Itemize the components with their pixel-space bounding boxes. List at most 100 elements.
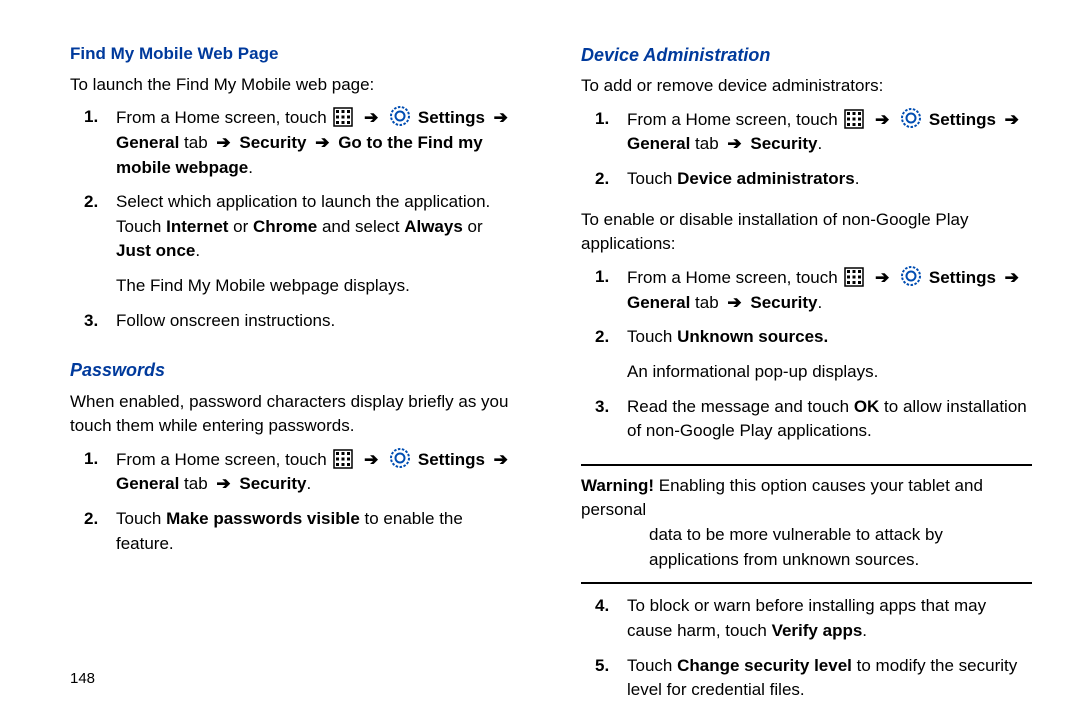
intro-text: To launch the Find My Mobile web page: (70, 73, 521, 98)
step-4: 4. To block or warn before installing ap… (581, 594, 1032, 653)
step-number: 2. (84, 507, 98, 532)
step-number: 2. (595, 167, 609, 192)
step-text: and select (317, 217, 404, 236)
arrow-icon: ➔ (212, 133, 234, 152)
warning-label: Warning! (581, 476, 654, 495)
bold-text: Chrome (253, 217, 317, 236)
apps-grid-icon (333, 449, 353, 469)
bold-text: Unknown sources. (677, 327, 828, 346)
warning-text: data to be more vulnerable to attack by … (581, 523, 1032, 572)
arrow-icon: ➔ (212, 474, 234, 493)
tab-word: tab (690, 134, 723, 153)
gear-icon (900, 265, 922, 287)
step-text: Touch (627, 169, 677, 188)
step-text: Touch (627, 327, 677, 346)
arrow-icon: ➔ (871, 110, 893, 129)
period: . (248, 158, 253, 177)
step-1: 1. From a Home screen, touch ➔ Settings … (70, 447, 521, 507)
step-number: 2. (595, 325, 609, 350)
arrow-icon: ➔ (360, 450, 382, 469)
steps-device-admin-a: 1. From a Home screen, touch ➔ Settings … (581, 107, 1032, 202)
bold-text: OK (854, 397, 880, 416)
arrow-icon: ➔ (490, 108, 512, 127)
intro-text-2: To enable or disable installation of non… (581, 208, 1032, 257)
step-1: 1. From a Home screen, touch ➔ Settings … (581, 107, 1032, 167)
step-number: 2. (84, 190, 98, 215)
tab-word: tab (690, 293, 723, 312)
step-1: 1. From a Home screen, touch ➔ Settings … (581, 265, 1032, 325)
bold-text: Always (404, 217, 463, 236)
bold-text: Make passwords visible (166, 509, 360, 528)
bold-text: Internet (166, 217, 228, 236)
period: . (817, 293, 822, 312)
gear-icon (900, 107, 922, 129)
arrow-icon: ➔ (871, 268, 893, 287)
heading-passwords: Passwords (70, 357, 521, 383)
general-label: General (627, 134, 690, 153)
step-text: From a Home screen, touch (116, 108, 331, 127)
steps-passwords: 1. From a Home screen, touch ➔ Settings … (70, 447, 521, 567)
step-text: Touch (627, 656, 677, 675)
step-number: 1. (595, 265, 609, 290)
arrow-icon: ➔ (490, 450, 512, 469)
step-1: 1. From a Home screen, touch ➔ Settings … (70, 105, 521, 190)
arrow-icon: ➔ (1001, 110, 1023, 129)
settings-label: Settings (418, 450, 485, 469)
tab-word: tab (179, 474, 212, 493)
gear-icon (389, 447, 411, 469)
step-2: 2. Touch Make passwords visible to enabl… (70, 507, 521, 566)
security-label: Security (239, 133, 306, 152)
passwords-description: When enabled, password characters displa… (70, 390, 521, 439)
step-extra-text: The Find My Mobile webpage displays. (116, 274, 521, 299)
heading-device-admin: Device Administration (581, 42, 1032, 68)
step-text: or (463, 217, 483, 236)
step-text: or (228, 217, 253, 236)
step-text: Touch (116, 509, 166, 528)
step-text: From a Home screen, touch (116, 450, 331, 469)
step-number: 3. (595, 395, 609, 420)
apps-grid-icon (844, 109, 864, 129)
settings-label: Settings (929, 268, 996, 287)
step-number: 4. (595, 594, 609, 619)
step-2: 2. Touch Unknown sources. An information… (581, 325, 1032, 394)
gear-icon (389, 105, 411, 127)
heading-find-my-mobile: Find My Mobile Web Page (70, 42, 521, 67)
left-column: Find My Mobile Web Page To launch the Fi… (70, 42, 521, 700)
bold-text: Change security level (677, 656, 852, 675)
step-5: 5. Touch Change security level to modify… (581, 654, 1032, 713)
step-text: Follow onscreen instructions. (116, 311, 335, 330)
step-2: 2. Touch Device administrators. (581, 167, 1032, 202)
steps-find-my-mobile: 1. From a Home screen, touch ➔ Settings … (70, 105, 521, 343)
intro-text: To add or remove device administrators: (581, 74, 1032, 99)
bold-text: Just once (116, 241, 195, 260)
settings-label: Settings (929, 110, 996, 129)
tab-word: tab (179, 133, 212, 152)
apps-grid-icon (844, 267, 864, 287)
step-text: . (862, 621, 867, 640)
step-3: 3. Follow onscreen instructions. (70, 309, 521, 344)
step-text: From a Home screen, touch (627, 268, 842, 287)
period: . (817, 134, 822, 153)
step-text: Read the message and touch (627, 397, 854, 416)
step-3: 3. Read the message and touch OK to allo… (581, 395, 1032, 454)
bold-text: Verify apps (772, 621, 863, 640)
general-label: General (627, 293, 690, 312)
security-label: Security (239, 474, 306, 493)
step-text: From a Home screen, touch (627, 110, 842, 129)
general-label: General (116, 474, 179, 493)
step-2: 2. Select which application to launch th… (70, 190, 521, 309)
page-number: 148 (70, 668, 95, 690)
arrow-icon: ➔ (723, 134, 745, 153)
step-text: . (855, 169, 860, 188)
general-label: General (116, 133, 179, 152)
arrow-icon: ➔ (1001, 268, 1023, 287)
step-extra-text: An informational pop-up displays. (627, 360, 1032, 385)
manual-page: Find My Mobile Web Page To launch the Fi… (0, 0, 1080, 720)
step-number: 1. (84, 105, 98, 130)
apps-grid-icon (333, 107, 353, 127)
step-text: . (195, 241, 200, 260)
arrow-icon: ➔ (311, 133, 333, 152)
step-number: 1. (595, 107, 609, 132)
warning-block: Warning! Enabling this option causes you… (581, 464, 1032, 585)
step-number: 3. (84, 309, 98, 334)
